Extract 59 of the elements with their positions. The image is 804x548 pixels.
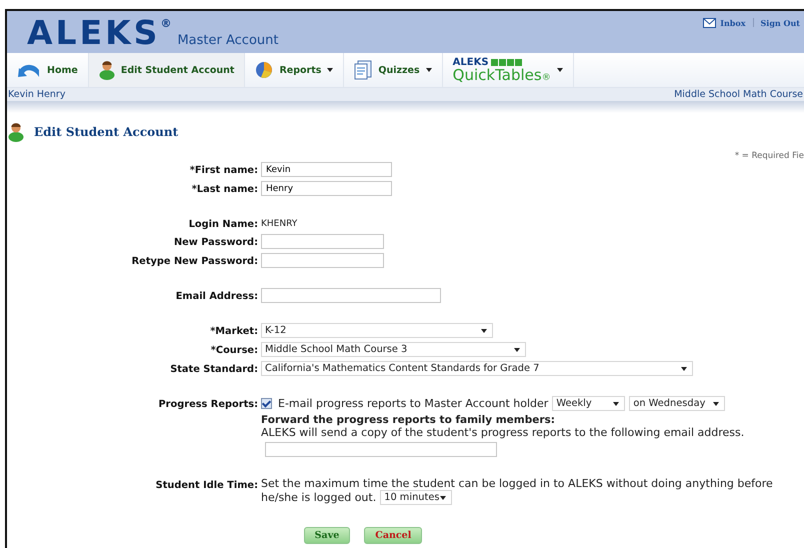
field-value: KHENRY [261, 218, 298, 229]
logo-text: ALEKS [27, 15, 160, 51]
field-label: Student Idle Time: [154, 479, 258, 491]
field-label: New Password: [172, 236, 258, 248]
help-text: Set the maximum time the student can be logged in to ALEKS without doing anything before [261, 477, 773, 490]
field-label: *First name: [188, 164, 258, 176]
person-icon [8, 122, 24, 142]
input-field[interactable]: Kevin [261, 162, 392, 177]
person-icon [98, 60, 115, 80]
envelope-icon [703, 18, 716, 28]
caret-icon [481, 328, 487, 332]
field-label: Email Address: [174, 290, 258, 302]
nav-tab[interactable]: Quizzes [344, 53, 443, 87]
caret-icon [681, 366, 687, 370]
help-text: he/she is logged out. [261, 491, 376, 504]
registered-mark: ® [160, 17, 172, 30]
field-label: Progress Reports: [158, 398, 258, 410]
field-label: *Last name: [190, 183, 258, 195]
input-field[interactable] [261, 288, 441, 303]
nav-tab[interactable]: Home [7, 53, 89, 87]
caret-icon [440, 496, 446, 500]
squares-icon [490, 59, 522, 66]
field-label: State Standard: [169, 363, 258, 375]
course-name: Middle School Math Course [674, 89, 803, 100]
required-note: * = Required Fie [734, 151, 804, 162]
field-label: *Course: [210, 344, 258, 356]
input-field[interactable] [265, 442, 497, 457]
caret-icon [514, 348, 520, 352]
dropdown[interactable]: Middle School Math Course 3 [261, 342, 526, 357]
field-label: *Market: [209, 325, 258, 337]
page-title: Edit Student Account [34, 125, 178, 139]
cancel-button[interactable]: Cancel [364, 527, 422, 544]
field-label: Retype New Password: [130, 255, 258, 267]
nav-tab[interactable]: ALEKS QuickTables® [442, 53, 574, 87]
section-heading: Forward the progress reports to family members: [261, 414, 556, 426]
caret-icon [613, 402, 620, 406]
header-link[interactable]: Inbox [720, 18, 746, 28]
save-button[interactable]: Save [304, 527, 350, 544]
input-field[interactable] [261, 253, 384, 268]
nav-tab[interactable]: Edit Student Account [88, 53, 246, 87]
dropdown[interactable]: on Wednesday [629, 396, 726, 411]
dropdown[interactable]: Weekly [552, 396, 626, 411]
curved-arrow-icon [17, 62, 41, 78]
pie-chart-icon [255, 61, 274, 79]
nav-tab[interactable]: Reports [245, 53, 344, 87]
field-label: Login Name: [188, 218, 258, 230]
dropdown[interactable]: California's Mathematics Content Standards for Grade 7 [261, 361, 693, 376]
caret-icon [713, 402, 720, 406]
dropdown[interactable]: K-12 [261, 323, 493, 338]
student-name: Kevin Henry [8, 89, 66, 100]
header-link[interactable]: Sign Out [760, 18, 800, 28]
checkbox-label: E-mail progress reports to Master Account holder [278, 397, 548, 410]
account-type: Master Account [177, 33, 278, 48]
dropdown[interactable]: 10 minutes [380, 490, 452, 505]
document-icon [354, 60, 372, 80]
input-field[interactable] [261, 234, 384, 249]
help-text: ALEKS will send a copy of the student's progress reports to the following email address. [261, 426, 744, 439]
checkbox[interactable] [261, 398, 272, 409]
input-field[interactable]: Henry [261, 181, 392, 196]
